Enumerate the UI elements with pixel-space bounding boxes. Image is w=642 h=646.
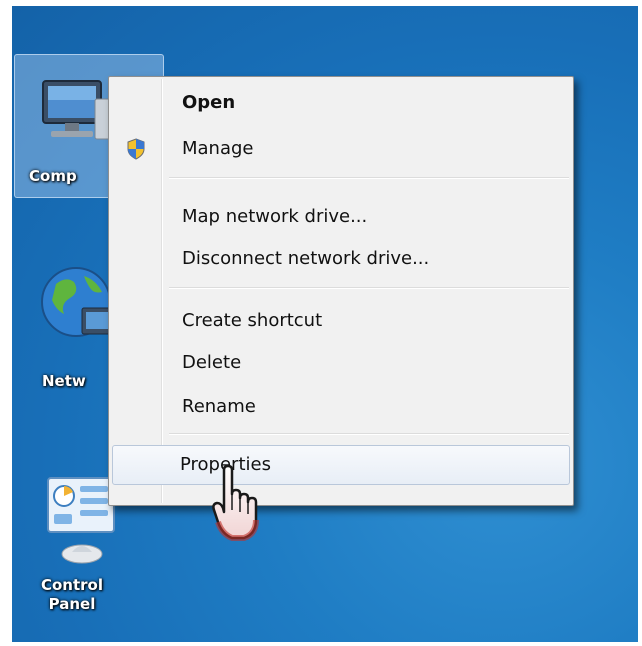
desktop-icon-computer-label: Comp (29, 167, 77, 185)
desktop-icon-network-label: Netw (42, 372, 86, 390)
context-menu: Open Manage Map network drive... Disconn… (108, 76, 574, 506)
menu-item-create-shortcut-label: Create shortcut (182, 310, 323, 331)
menu-item-create-shortcut[interactable]: Create shortcut (112, 301, 570, 339)
menu-item-properties[interactable]: Properties (112, 445, 570, 485)
menu-item-manage[interactable]: Manage (112, 129, 570, 167)
computer-icon (33, 69, 117, 157)
uac-shield-icon (126, 138, 146, 165)
desktop: Comp Netw Control Panel Open Manage Map … (12, 6, 638, 642)
menu-item-disconnect-network-drive[interactable]: Disconnect network drive... (112, 239, 570, 277)
menu-separator (169, 433, 569, 435)
hand-pointer-icon (210, 464, 266, 548)
menu-item-delete[interactable]: Delete (112, 343, 570, 381)
menu-item-rename-label: Rename (182, 396, 256, 417)
menu-item-map-network-drive[interactable]: Map network drive... (112, 197, 570, 235)
menu-item-delete-label: Delete (182, 352, 242, 373)
menu-item-rename[interactable]: Rename (112, 387, 570, 425)
menu-item-open[interactable]: Open (112, 83, 570, 121)
menu-item-map-network-drive-label: Map network drive... (182, 206, 368, 227)
menu-separator (169, 177, 569, 179)
desktop-icon-control-panel-label: Control Panel (40, 576, 103, 613)
menu-item-open-label: Open (182, 92, 236, 113)
menu-item-manage-label: Manage (182, 138, 254, 159)
menu-separator (169, 287, 569, 289)
menu-item-disconnect-network-drive-label: Disconnect network drive... (182, 248, 430, 269)
